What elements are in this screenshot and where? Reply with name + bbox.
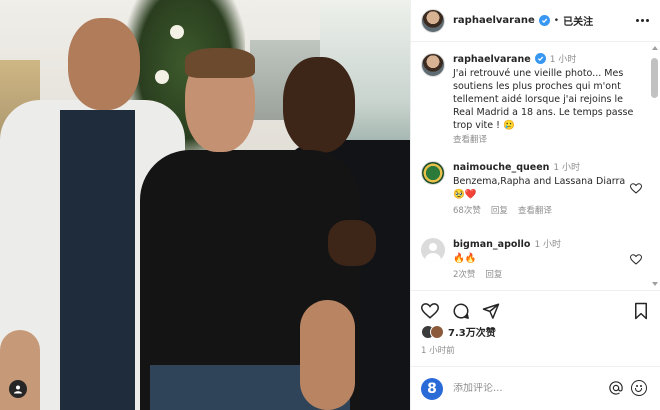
comment-likes[interactable]: 68次赞 (453, 205, 481, 218)
scroll-down-arrow[interactable] (652, 282, 658, 286)
commenter-username[interactable]: naimouche_queen (453, 162, 549, 173)
comment-text: Benzema,Rapha and Lassana Diarra🥹❤️ (453, 176, 626, 200)
person-right-head (283, 57, 355, 153)
add-comment-bar: 8 (411, 366, 660, 410)
post-header: raphaelvarane • 已关注 (411, 0, 660, 42)
author-avatar[interactable] (421, 8, 445, 33)
comment-list: raphaelvarane 1 小时 J'ai retrouvé une viei… (411, 43, 660, 288)
caption: raphaelvarane 1 小时 J'ai retrouvé une viei… (421, 53, 646, 147)
person-center-arm (300, 300, 355, 410)
comment-reply-button[interactable]: 回复 (485, 269, 502, 282)
share-icon[interactable] (482, 302, 500, 320)
person-left-shirt (60, 110, 135, 410)
comment-text: 🔥🔥 (453, 253, 477, 264)
user-logo-avatar[interactable]: 8 (421, 377, 443, 400)
caption-text: J'ai retrouvé une vieille photo... Mes s… (453, 68, 634, 131)
more-icon[interactable] (636, 19, 649, 22)
person-center-hair (185, 48, 255, 78)
comment-input[interactable] (453, 383, 603, 394)
verified-icon (538, 15, 550, 26)
caption-translate-link[interactable]: 查看翻译 (453, 134, 635, 147)
follow-status-button[interactable]: 已关注 (563, 13, 593, 28)
post-timestamp: 1 小时前 (421, 346, 455, 356)
person-right-hand (328, 220, 376, 266)
commenter-username[interactable]: bigman_apollo (453, 239, 530, 250)
commenter-avatar[interactable] (421, 161, 445, 185)
comment-reply-button[interactable]: 回复 (491, 205, 508, 218)
comment-heart-icon[interactable] (630, 254, 642, 265)
comment-heart-icon[interactable] (630, 183, 642, 194)
caption-time: 1 小时 (549, 55, 577, 65)
comment-translate-link[interactable]: 查看翻译 (518, 205, 552, 218)
bookmark-icon[interactable] (632, 302, 650, 320)
liker-avatar[interactable] (430, 324, 444, 339)
comment-item: bigman_apollo 1 小时 🔥🔥 2次赞 回复 (421, 238, 646, 282)
author-username[interactable]: raphaelvarane (453, 15, 535, 26)
person-left-arm (0, 330, 40, 410)
comment-scrollbar[interactable] (651, 46, 658, 286)
photo-tag-icon[interactable] (9, 380, 27, 398)
scroll-thumb[interactable] (651, 58, 658, 98)
verified-icon (534, 53, 546, 64)
comment-item: naimouche_queen 1 小时 Benzema,Rapha and La… (421, 161, 646, 218)
person-left-head (68, 18, 140, 110)
mention-icon[interactable] (609, 381, 623, 395)
commenter-avatar[interactable] (421, 238, 445, 262)
comment-time: 1 小时 (553, 163, 581, 173)
caption-username[interactable]: raphaelvarane (453, 54, 531, 65)
header-separator: • (553, 15, 560, 26)
likes-row: 7.3万次赞 (421, 324, 496, 339)
comment-time: 1 小时 (534, 240, 562, 250)
comment-icon[interactable] (452, 302, 470, 320)
caption-avatar[interactable] (421, 53, 445, 77)
post-photo[interactable] (0, 0, 410, 410)
post-likes-count[interactable]: 7.3万次赞 (448, 324, 496, 339)
emoji-icon[interactable] (631, 380, 647, 396)
comment-likes[interactable]: 2次赞 (453, 269, 475, 282)
heart-icon[interactable] (421, 302, 439, 320)
scroll-up-arrow[interactable] (652, 46, 658, 50)
post-side-panel: raphaelvarane • 已关注 raphaelvarane 1 小时 J'… (410, 0, 660, 410)
